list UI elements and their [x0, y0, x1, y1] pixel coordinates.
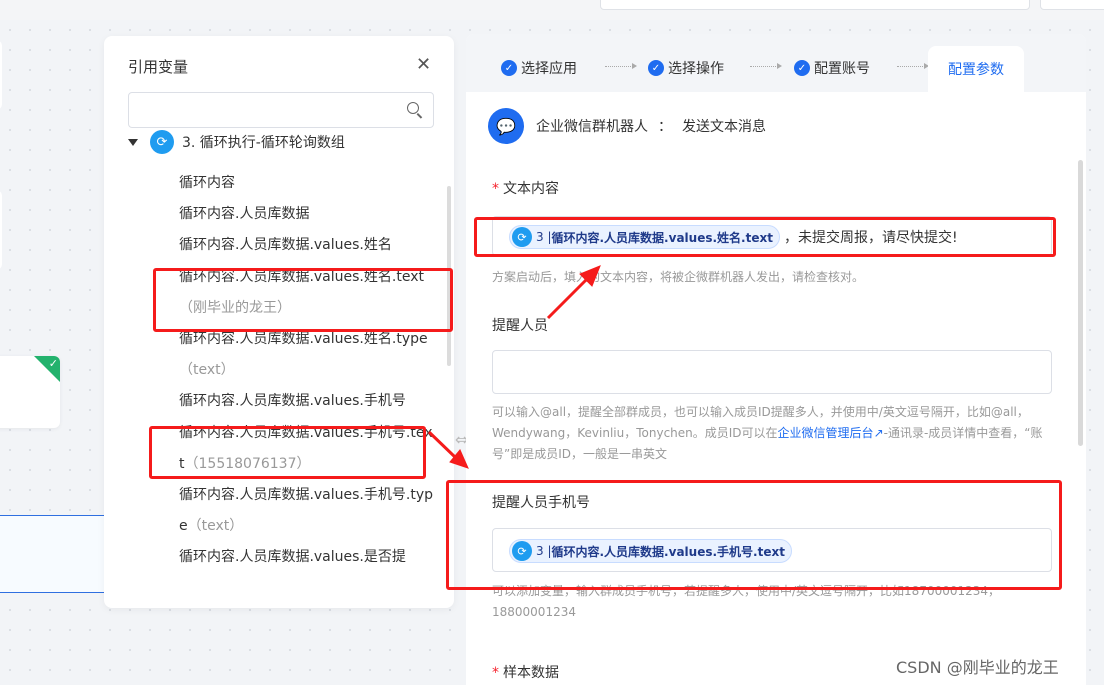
remind-phones-input[interactable]: ⟳ 3 | 循环内容.人员库数据.values.手机号.text [492, 528, 1052, 572]
text-content-label: * 文本内容 [492, 181, 559, 197]
remind-members-input[interactable] [492, 350, 1052, 394]
config-panel: ✓ 选择应用 ✓ 选择操作 ✓ 配置账号 配置参数 💬 企业微信群机器人 ： 发… [466, 34, 1086, 685]
step-label: 选择应用 [521, 61, 577, 77]
close-icon[interactable]: ✕ [416, 55, 431, 75]
loop-icon: ⟳ [512, 541, 532, 561]
check-icon: ✓ [648, 60, 664, 76]
variable-item[interactable]: 循环内容.人员库数据 [179, 199, 434, 230]
app-name: 企业微信群机器人 [536, 119, 648, 135]
search-icon[interactable] [407, 102, 419, 114]
text-content-hint: 方案启动后，填入的文本内容，将被企微群机器人发出，请检查核对。 [492, 270, 865, 284]
text-content-suffix: ，未提交周报，请尽快提交! [783, 230, 958, 246]
external-link-icon[interactable]: ↗ [874, 426, 884, 440]
variable-panel: 引用变量 ✕ ⟳ 3. 循环执行-循环轮询数组 循环内容 循环内容.人员库数据 … [104, 36, 454, 608]
caret-down-icon[interactable] [128, 138, 138, 146]
step-connector [897, 63, 929, 69]
loop-icon: ⟳ [512, 227, 532, 247]
wecom-bot-icon: 💬 [488, 108, 524, 144]
step-connector [750, 63, 782, 69]
step-config-params[interactable]: 配置参数 [928, 46, 1024, 92]
text-content-input[interactable]: ⟳ 3 | 循环内容.人员库数据.values.姓名.text ，未提交周报，请… [492, 216, 1052, 256]
required-mark: * [492, 181, 499, 197]
variable-item[interactable]: 循环内容.人员库数据.values.姓名.type（text） [179, 324, 434, 386]
loop-icon: ⟳ [150, 130, 174, 154]
step-select-app[interactable]: ✓ 选择应用 [501, 58, 577, 78]
canvas-node[interactable] [0, 40, 2, 110]
sample-data-label: * 样本数据 [492, 665, 559, 681]
check-icon: ✓ [34, 356, 60, 382]
check-icon: ✓ [794, 60, 810, 76]
remind-phones-hint: 可以添加变量，输入群成员手机号，若提醒多人，使用中/英文逗号隔开，比如18700… [492, 584, 1001, 619]
step-bar: ✓ 选择应用 ✓ 选择操作 ✓ 配置账号 配置参数 [466, 34, 1086, 92]
canvas-selected-node[interactable] [0, 515, 110, 593]
variable-item[interactable]: 循环内容.人员库数据.values.手机号 [179, 386, 434, 417]
search-input[interactable] [128, 92, 434, 128]
variable-item[interactable]: 循环内容.人员库数据.values.是否提 [179, 542, 434, 573]
variable-item[interactable]: 循环内容.人员库数据.values.手机号.type（text） [179, 480, 434, 542]
watermark: CSDN @刚毕业的龙王 [896, 658, 1059, 677]
variable-item[interactable]: 循环内容.人员库数据.values.手机号.text（15518076137） [179, 418, 434, 480]
variable-list: 循环内容 循环内容.人员库数据 循环内容.人员库数据.values.姓名 循环内… [179, 168, 434, 574]
step-select-action[interactable]: ✓ 选择操作 [648, 58, 724, 78]
remind-members-label: 提醒人员 [492, 318, 548, 334]
step-label: 选择操作 [668, 61, 724, 77]
step-label: 配置账号 [814, 61, 870, 77]
canvas-node[interactable] [0, 190, 2, 270]
top-input[interactable] [600, 0, 1030, 10]
scrollbar[interactable] [447, 186, 451, 366]
check-icon: ✓ [501, 60, 517, 76]
required-mark: * [492, 665, 499, 681]
variable-chip[interactable]: ⟳ 3 | 循环内容.人员库数据.values.手机号.text [509, 539, 792, 563]
step-config-account[interactable]: ✓ 配置账号 [794, 58, 870, 78]
step-connector [605, 63, 637, 69]
variable-item[interactable]: 循环内容 [179, 168, 434, 199]
scrollbar[interactable] [1078, 160, 1083, 446]
panel-title: 引用变量 [128, 58, 189, 76]
tree-root-label: 3. 循环执行-循环轮询数组 [182, 135, 345, 151]
wecom-admin-link[interactable]: 企业微信管理后台 [778, 426, 874, 440]
app-separator: ： [658, 119, 672, 135]
tree-root-node[interactable]: ⟳ 3. 循环执行-循环轮询数组 [128, 130, 345, 154]
variable-item[interactable]: 循环内容.人员库数据.values.姓名 [179, 230, 434, 261]
remind-members-hint: 可以输入@all，提醒全部群成员，也可以输入成员ID提醒多人，并使用中/英文逗号… [492, 405, 1043, 461]
canvas-node-completed[interactable]: ✓ [0, 356, 60, 428]
variable-item[interactable]: 循环内容.人员库数据.values.姓名.text（刚毕业的龙王） [179, 262, 434, 324]
top-button[interactable] [1040, 0, 1104, 10]
app-header: 💬 企业微信群机器人 ： 发送文本消息 [488, 108, 766, 144]
variable-chip[interactable]: ⟳ 3 | 循环内容.人员库数据.values.姓名.text [509, 225, 780, 249]
app-action: 发送文本消息 [682, 119, 766, 135]
remind-phones-label: 提醒人员手机号 [492, 495, 590, 511]
